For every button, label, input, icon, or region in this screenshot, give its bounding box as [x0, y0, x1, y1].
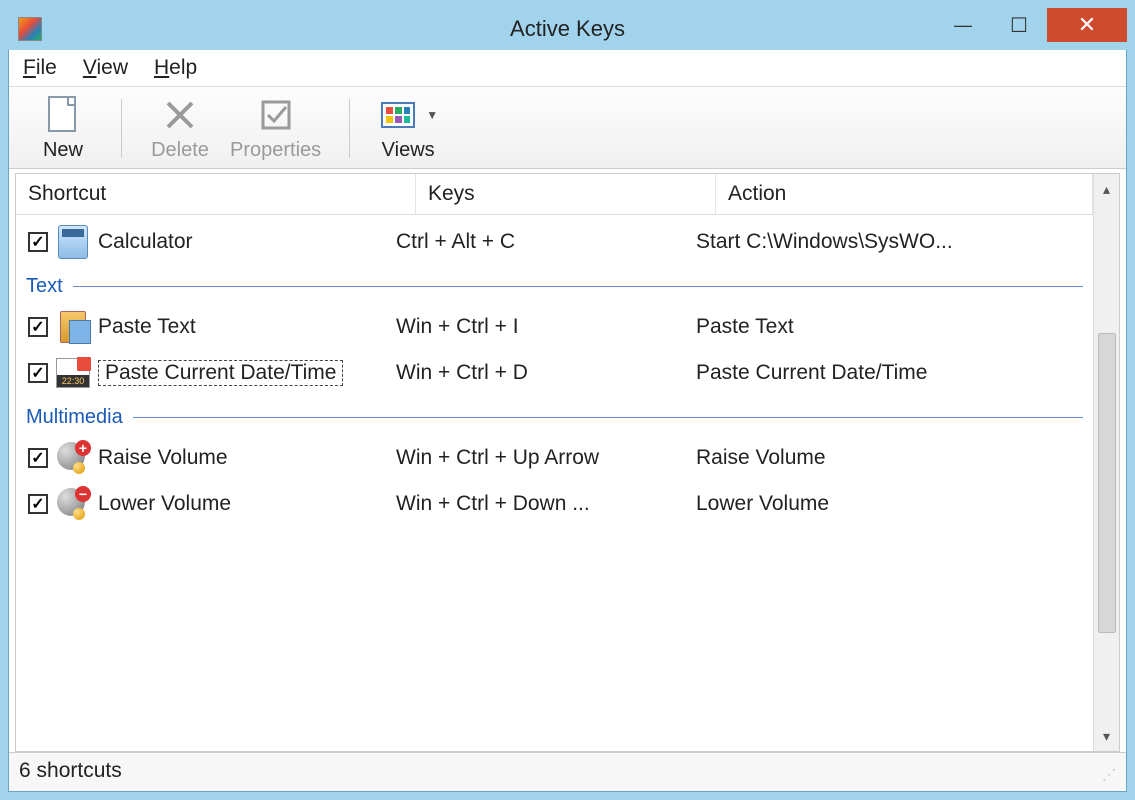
scroll-thumb[interactable]: [1098, 333, 1116, 633]
properties-button: Properties: [220, 95, 331, 162]
col-shortcut-header[interactable]: Shortcut: [16, 174, 416, 214]
maximize-button[interactable]: ☐: [991, 8, 1047, 42]
group-label: Text: [26, 275, 63, 298]
window-title: Active Keys: [510, 16, 625, 42]
delete-label: Delete: [151, 139, 209, 162]
item-name: Lower Volume: [98, 492, 231, 516]
item-keys: Win + Ctrl + Down ...: [392, 492, 692, 516]
item-keys: Win + Ctrl + I: [392, 315, 692, 339]
shortcut-list[interactable]: Shortcut Keys Action Calculator Ctrl + Al…: [16, 174, 1093, 751]
enable-checkbox[interactable]: [28, 363, 48, 383]
new-button[interactable]: New: [23, 95, 103, 162]
col-action-header[interactable]: Action: [716, 174, 1093, 214]
close-button[interactable]: ✕: [1047, 8, 1127, 42]
delete-button: Delete: [140, 95, 220, 162]
resize-grip-icon[interactable]: ⋰: [1102, 766, 1116, 783]
item-name: Paste Text: [98, 315, 196, 339]
item-name: Calculator: [98, 230, 193, 254]
item-action: Raise Volume: [692, 446, 1085, 470]
list-item[interactable]: Paste Current Date/TimeWin + Ctrl + DPas…: [16, 350, 1093, 396]
item-action: Paste Current Date/Time: [692, 361, 1085, 385]
paste-date-icon: [56, 356, 90, 390]
paste-text-icon: [56, 310, 90, 344]
item-action: Start C:\Windows\SysWO...: [692, 230, 1085, 254]
item-action: Lower Volume: [692, 492, 1085, 516]
group-label: Multimedia: [26, 406, 123, 429]
col-keys-header[interactable]: Keys: [416, 174, 716, 214]
delete-icon: [160, 95, 200, 135]
new-file-icon: [43, 95, 83, 135]
list-item[interactable]: Paste TextWin + Ctrl + IPaste Text: [16, 304, 1093, 350]
column-headers: Shortcut Keys Action: [16, 174, 1093, 215]
statusbar-text: 6 shortcuts: [19, 759, 122, 783]
menu-view[interactable]: View: [83, 56, 128, 80]
list-item[interactable]: −Lower VolumeWin + Ctrl + Down ...Lower …: [16, 481, 1093, 527]
menu-file[interactable]: File: [23, 56, 57, 80]
titlebar[interactable]: Active Keys — ☐ ✕: [8, 8, 1127, 50]
app-window: Active Keys — ☐ ✕ File View Help New: [8, 8, 1127, 792]
views-label: Views: [382, 139, 435, 162]
volume-down-icon: −: [56, 487, 90, 521]
content-area: Shortcut Keys Action Calculator Ctrl + Al…: [15, 173, 1120, 752]
item-action: Paste Text: [692, 315, 1085, 339]
statusbar: 6 shortcuts ⋰: [9, 752, 1126, 791]
properties-label: Properties: [230, 139, 321, 162]
list-item[interactable]: +Raise VolumeWin + Ctrl + Up ArrowRaise …: [16, 435, 1093, 481]
menu-help[interactable]: Help: [154, 56, 197, 80]
volume-up-icon: +: [56, 441, 90, 475]
item-keys: Win + Ctrl + D: [392, 361, 692, 385]
group-header: Text: [16, 265, 1093, 304]
enable-checkbox[interactable]: [28, 448, 48, 468]
item-keys: Win + Ctrl + Up Arrow: [392, 446, 692, 470]
list-item[interactable]: Calculator Ctrl + Alt + CStart C:\Windows…: [16, 219, 1093, 265]
views-icon: [378, 95, 418, 135]
toolbar: New Delete Properties: [9, 87, 1126, 169]
properties-icon: [256, 95, 296, 135]
enable-checkbox[interactable]: [28, 232, 48, 252]
new-label: New: [43, 139, 83, 162]
item-name: Paste Current Date/Time: [98, 360, 343, 386]
item-name: Raise Volume: [98, 446, 228, 470]
scroll-down-icon[interactable]: ▾: [1094, 721, 1119, 751]
menubar: File View Help: [9, 50, 1126, 87]
enable-checkbox[interactable]: [28, 494, 48, 514]
chevron-down-icon: ▼: [426, 108, 438, 122]
calculator-icon: [56, 225, 90, 259]
minimize-button[interactable]: —: [935, 8, 991, 42]
views-button[interactable]: ▼ Views: [368, 95, 448, 162]
app-icon: [18, 17, 42, 41]
vertical-scrollbar[interactable]: ▴ ▾: [1093, 174, 1119, 751]
enable-checkbox[interactable]: [28, 317, 48, 337]
item-keys: Ctrl + Alt + C: [392, 230, 692, 254]
scroll-up-icon[interactable]: ▴: [1094, 174, 1119, 204]
group-header: Multimedia: [16, 396, 1093, 435]
